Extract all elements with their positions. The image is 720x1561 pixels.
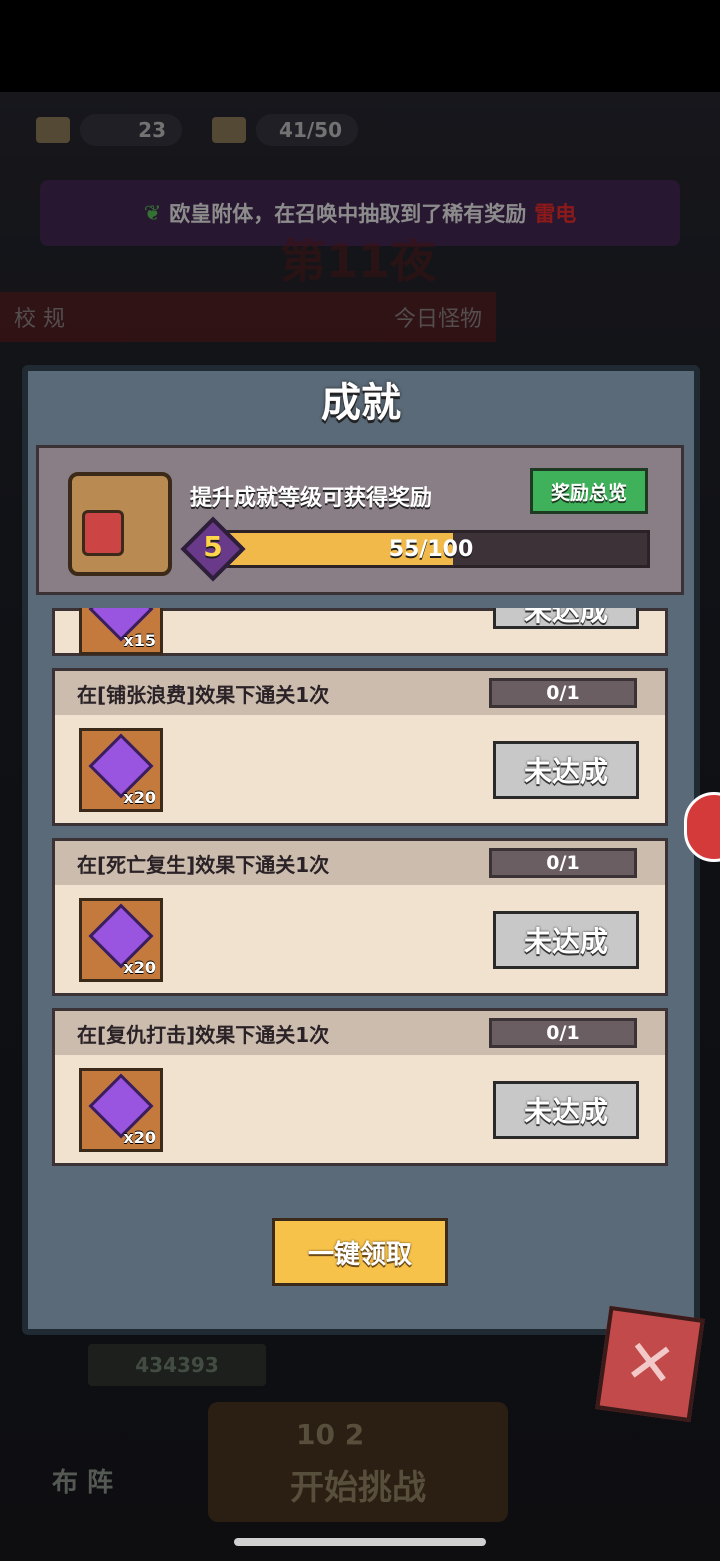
- achievement-progress: 0/1: [489, 1018, 637, 1048]
- achievement-title: 在[复仇打击]效果下通关1次: [77, 1022, 330, 1047]
- status-button[interactable]: 未达成: [493, 741, 639, 799]
- level-number: 5: [203, 530, 223, 563]
- claim-all-button[interactable]: 一键领取: [272, 1218, 448, 1286]
- reward-quantity: x20: [123, 958, 156, 977]
- achievement-progress: 0/1: [489, 678, 637, 708]
- achievement-title: 在[铺张浪费]效果下通关1次: [77, 682, 330, 707]
- status-button[interactable]: 未达成: [493, 911, 639, 969]
- reward-slot: x15: [79, 608, 163, 655]
- level-progress-bar: 55/100: [212, 530, 650, 568]
- reward-slot: x20: [79, 898, 163, 982]
- achievement-item: 在[铺张浪费]效果下通关1次 0/1 x20 未达成: [52, 668, 668, 826]
- status-button[interactable]: 未达成: [493, 1081, 639, 1139]
- status-button[interactable]: 未达成: [493, 608, 639, 629]
- reward-slot: x20: [79, 728, 163, 812]
- achievement-list[interactable]: x15 未达成 在[铺张浪费]效果下通关1次 0/1 x20 未达成 在[死亡复…: [52, 608, 668, 1188]
- achievement-progress: 0/1: [489, 848, 637, 878]
- lock-icon: [82, 510, 124, 556]
- achievement-item: 在[复仇打击]效果下通关1次 0/1 x20 未达成: [52, 1008, 668, 1166]
- achievement-item: x15 未达成: [52, 608, 668, 656]
- reward-quantity: x15: [123, 631, 156, 650]
- achievement-item: 在[死亡复生]效果下通关1次 0/1 x20 未达成: [52, 838, 668, 996]
- reward-overview-button[interactable]: 奖励总览: [530, 468, 648, 514]
- achievement-title: 在[死亡复生]效果下通关1次: [77, 852, 330, 877]
- header-subtitle: 提升成就等级可获得奖励: [190, 486, 433, 511]
- level-progress-text: 55/100: [388, 537, 474, 562]
- reward-slot: x20: [79, 1068, 163, 1152]
- close-icon: ✕: [620, 1325, 680, 1403]
- home-indicator[interactable]: [234, 1538, 486, 1546]
- panel-title: 成就: [321, 380, 401, 426]
- close-button[interactable]: ✕: [595, 1305, 705, 1423]
- reward-quantity: x20: [123, 788, 156, 807]
- chest-icon: [68, 472, 172, 576]
- reward-quantity: x20: [123, 1128, 156, 1147]
